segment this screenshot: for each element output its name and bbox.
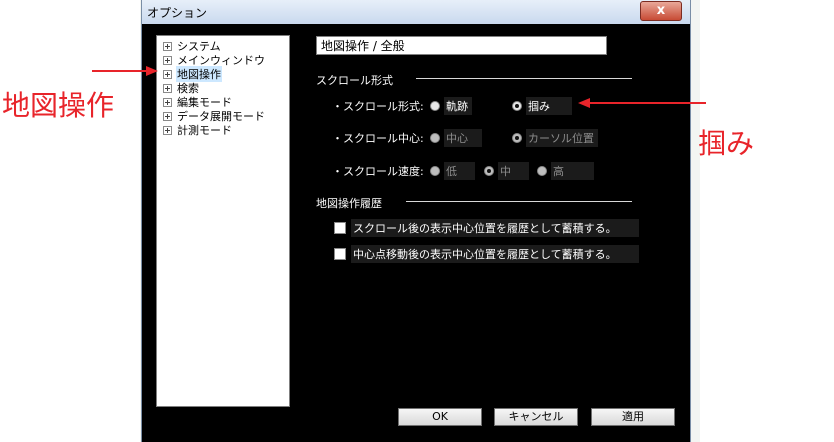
arrow-head-left: [146, 66, 158, 76]
annotation-grab: 掴み: [698, 127, 755, 160]
annotation-arrows: [92, 66, 706, 108]
arrow-head-right: [578, 98, 590, 108]
annotation-map-operation: 地図操作: [2, 89, 115, 122]
